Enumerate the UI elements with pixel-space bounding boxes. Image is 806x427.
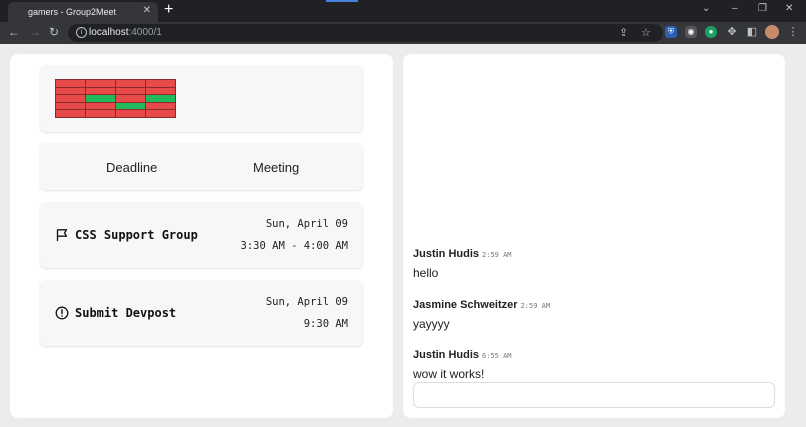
green-extension-icon[interactable]: ● [705, 26, 717, 38]
browser-tab-bar: gamers - Group2Meet ✕ + ⌄ – ❐ ✕ [0, 0, 806, 22]
bitwarden-extension-icon[interactable]: ⛨ [665, 26, 677, 38]
availability-row [55, 101, 176, 110]
message-time: 2:59 AM [482, 251, 512, 259]
reload-icon[interactable]: ↻ [49, 25, 59, 39]
availability-cell-busy[interactable] [145, 101, 176, 110]
message-author: Justin Hudis [413, 349, 480, 361]
url-text: localhost:4000/1 [89, 27, 162, 38]
availability-cell-busy[interactable] [85, 86, 116, 95]
availability-cell-busy[interactable] [85, 79, 116, 88]
incognito-extension-icon[interactable]: ◉ [685, 26, 697, 38]
availability-cell-busy[interactable] [115, 86, 146, 95]
flag-icon [56, 229, 68, 241]
availability-cell-busy[interactable] [145, 79, 176, 88]
event-date: Sun, April 09 [265, 296, 348, 308]
availability-card [40, 65, 363, 132]
chat-panel: Justin Hudis 2:59 AM hello Jasmine Schwei… [403, 54, 785, 418]
back-arrow-icon[interactable]: ← [8, 25, 20, 39]
tab-deadline[interactable]: Deadline [106, 160, 157, 175]
restore-button[interactable]: ❐ [758, 3, 767, 14]
availability-cell-free[interactable] [115, 101, 146, 110]
message-author: Jasmine Schweitzer [413, 299, 518, 311]
availability-cell-busy[interactable] [115, 79, 146, 88]
close-window-button[interactable]: ✕ [785, 3, 793, 14]
chat-message: Jasmine Schweitzer 2:59 AM yayyyy [413, 295, 550, 331]
browser-menu-icon[interactable]: ⋮ [787, 26, 799, 38]
message-text: yayyyy [413, 317, 450, 331]
message-time: 6:55 AM [482, 352, 512, 360]
alert-circle-icon [55, 306, 69, 320]
browser-toolbar: ← → ↻ i localhost:4000/1 ⇪ ☆ ⛨ ◉ ● ✥ ◧ ⋮ [0, 22, 806, 44]
chat-message: Justin Hudis 2:59 AM hello [413, 244, 512, 280]
availability-cell-busy[interactable] [115, 94, 146, 103]
browser-tab[interactable]: gamers - Group2Meet ✕ [8, 2, 158, 22]
event-title: Submit Devpost [75, 306, 177, 320]
event-card[interactable]: CSS Support Group Sun, April 09 3:30 AM … [40, 202, 363, 268]
tab-title: gamers - Group2Meet [28, 7, 117, 17]
tab-search-icon[interactable]: ⌄ [702, 3, 710, 14]
share-icon[interactable]: ⇪ [619, 26, 628, 39]
availability-cell-free[interactable] [145, 94, 176, 103]
event-time: 9:30 AM [303, 318, 348, 330]
message-text: wow it works! [413, 367, 485, 381]
message-text: hello [413, 266, 439, 280]
schedule-panel: Deadline Meeting CSS Support Group Sun, … [10, 54, 393, 418]
availability-row [55, 86, 176, 95]
availability-cell-busy[interactable] [55, 86, 86, 95]
availability-row [55, 109, 176, 118]
view-tabs: Deadline Meeting [40, 143, 363, 190]
message-time: 2:59 AM [520, 302, 551, 310]
extensions-puzzle-icon[interactable]: ✥ [726, 26, 738, 38]
profile-avatar[interactable] [765, 25, 779, 39]
bookmark-star-icon[interactable]: ☆ [641, 26, 651, 39]
availability-cell-busy[interactable] [85, 109, 116, 118]
availability-cell-busy[interactable] [55, 79, 86, 88]
chat-message: Justin Hudis 6:55 AM wow it works! [413, 345, 512, 381]
availability-cell-busy[interactable] [145, 86, 176, 95]
minimize-button[interactable]: – [732, 3, 738, 14]
availability-cell-busy[interactable] [55, 94, 86, 103]
event-date: Sun, April 09 [265, 218, 348, 230]
availability-cell-busy[interactable] [85, 101, 116, 110]
availability-cell-free[interactable] [85, 94, 116, 103]
availability-row [55, 94, 176, 103]
availability-cell-busy[interactable] [115, 109, 146, 118]
availability-grid[interactable] [55, 79, 176, 118]
close-tab-icon[interactable]: ✕ [143, 5, 151, 16]
side-panel-icon[interactable]: ◧ [746, 26, 758, 38]
event-time: 3:30 AM - 4:00 AM [240, 240, 348, 252]
tab-strip-accent [326, 0, 358, 2]
event-title: CSS Support Group [75, 228, 198, 242]
forward-arrow-icon[interactable]: → [29, 25, 41, 39]
address-bar[interactable]: i localhost:4000/1 ⇪ ☆ [68, 24, 663, 42]
availability-cell-busy[interactable] [145, 109, 176, 118]
message-author: Justin Hudis [413, 248, 480, 260]
event-card[interactable]: Submit Devpost Sun, April 09 9:30 AM [40, 280, 363, 346]
availability-row [55, 79, 176, 88]
site-info-icon[interactable]: i [76, 27, 87, 38]
chat-input[interactable] [413, 382, 775, 408]
availability-cell-busy[interactable] [55, 109, 86, 118]
availability-cell-busy[interactable] [55, 101, 86, 110]
tab-meeting[interactable]: Meeting [253, 160, 299, 175]
new-tab-button[interactable]: + [164, 1, 173, 19]
